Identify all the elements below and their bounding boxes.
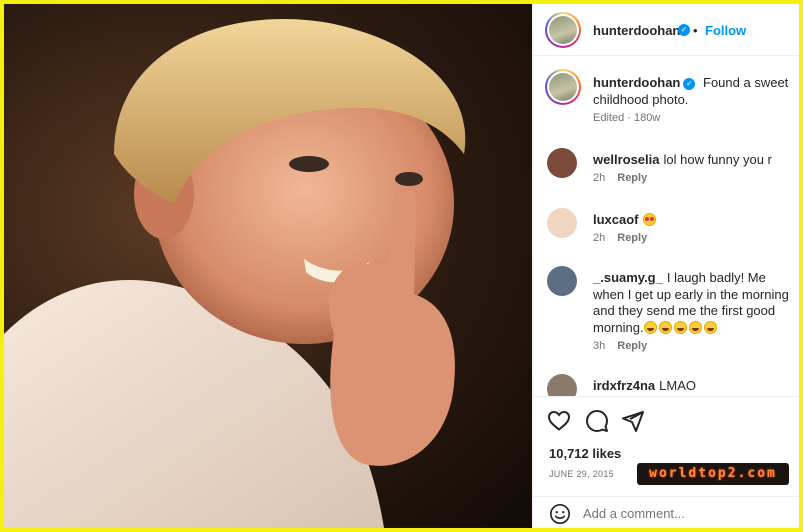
commenter-avatar[interactable] xyxy=(547,148,577,178)
laughing-emoji-icon xyxy=(658,320,672,334)
comment-body: _.suamy.g_ I laugh badly! Me when I get u… xyxy=(593,270,793,336)
comment-icon[interactable] xyxy=(585,409,609,433)
commenter-username[interactable]: luxcaof xyxy=(593,212,639,227)
commenter-avatar[interactable] xyxy=(547,266,577,296)
watermark-logo: worldtop2.com xyxy=(637,463,789,485)
comment-body: wellroselia lol how funny you r xyxy=(593,152,793,169)
commenter-avatar[interactable] xyxy=(547,208,577,238)
post-side-panel: hunterdoohan ✓ • Follow hunterdoohan ✓ Fo… xyxy=(532,4,799,528)
comment-body: luxcaof xyxy=(593,212,793,229)
childhood-photo-illustration xyxy=(4,19,466,528)
share-icon[interactable] xyxy=(621,409,645,433)
commenter-username[interactable]: _.suamy.g_ xyxy=(593,270,663,285)
laughing-emoji-icon xyxy=(703,320,717,334)
comment-time: 3h xyxy=(593,340,606,352)
smile-icon[interactable] xyxy=(549,503,571,525)
author-avatar[interactable] xyxy=(545,12,581,48)
add-comment-input[interactable] xyxy=(583,503,783,523)
comments-scroll-area[interactable]: hunterdoohan ✓ Found a sweet childhood ph… xyxy=(533,56,799,396)
comment-text: lol how funny you r xyxy=(663,152,772,167)
post-actions: 10,712 likes JUNE 29, 2015 worldtop2.com xyxy=(533,396,799,496)
verified-badge-icon: ✓ xyxy=(678,24,690,36)
laughing-emoji-icon xyxy=(688,320,702,334)
commenter-avatar[interactable] xyxy=(547,374,577,396)
commenter-username[interactable]: wellroselia xyxy=(593,152,659,167)
post-caption: hunterdoohan ✓ Found a sweet childhood ph… xyxy=(593,74,793,108)
caption-meta: Edited · 180w xyxy=(593,112,661,124)
caption-author-avatar[interactable] xyxy=(545,69,581,105)
laughing-emoji-icon xyxy=(643,320,657,334)
comment-text: LMAO xyxy=(659,378,696,393)
comment-meta: 2h Reply xyxy=(593,172,647,184)
caption-username[interactable]: hunterdoohan xyxy=(593,75,680,90)
reply-button[interactable]: Reply xyxy=(617,172,647,184)
follow-button[interactable]: Follow xyxy=(705,23,746,38)
heart-icon[interactable] xyxy=(547,409,571,433)
laughing-emoji-icon xyxy=(673,320,687,334)
post-header: hunterdoohan ✓ • Follow xyxy=(533,4,799,56)
comment-time: 2h xyxy=(593,232,606,244)
screenshot-frame: hunterdoohan ✓ • Follow hunterdoohan ✓ Fo… xyxy=(0,0,803,532)
author-username[interactable]: hunterdoohan xyxy=(593,23,680,38)
separator-dot: • xyxy=(693,23,698,38)
comment-meta: 3h Reply xyxy=(593,340,647,352)
verified-badge-icon: ✓ xyxy=(683,78,696,90)
post-date: JUNE 29, 2015 xyxy=(549,469,614,479)
comment-meta: 2h Reply xyxy=(593,232,647,244)
likes-count[interactable]: 10,712 likes xyxy=(549,446,621,461)
commenter-username[interactable]: irdxfrz4na xyxy=(593,378,655,393)
reply-button[interactable]: Reply xyxy=(617,232,647,244)
add-comment-bar xyxy=(533,496,799,528)
heart-eyes-emoji-icon xyxy=(642,213,656,226)
comment-time: 2h xyxy=(593,172,606,184)
comment-body: irdxfrz4na LMAO xyxy=(593,378,793,395)
post-photo[interactable] xyxy=(4,4,532,528)
reply-button[interactable]: Reply xyxy=(617,340,647,352)
